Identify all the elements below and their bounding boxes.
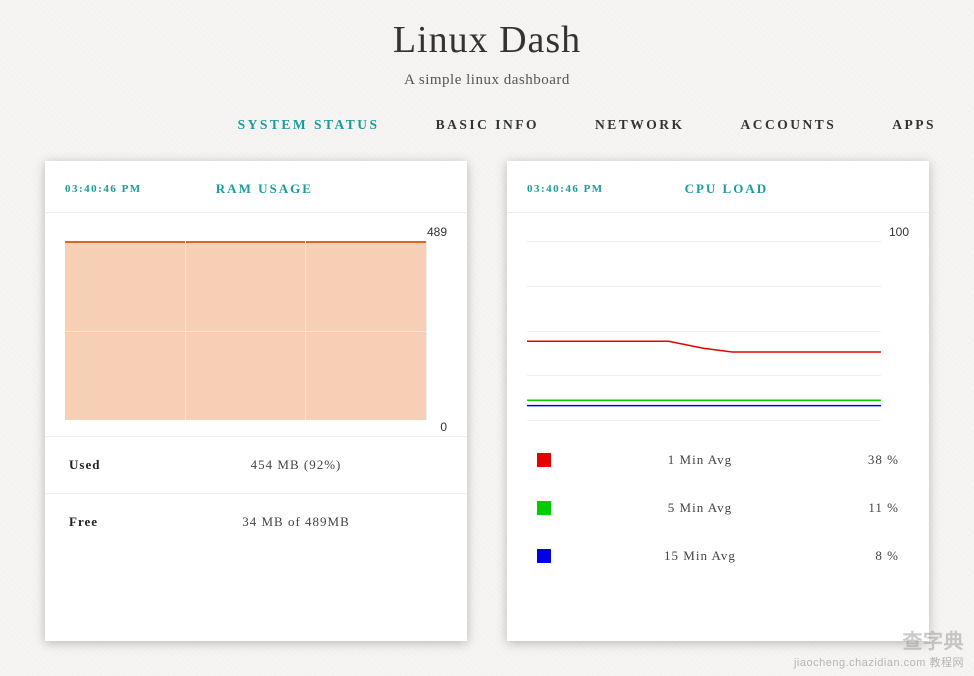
cpu-swatch-5min <box>537 501 551 515</box>
ram-free-label: Free <box>69 514 149 530</box>
cpu-legend-5min-row: 5 Min Avg 11 % <box>507 484 929 532</box>
ram-stat-used-row: Used 454 MB (92%) <box>45 436 467 493</box>
ram-stats: Used 454 MB (92%) Free 34 MB of 489MB <box>45 436 467 550</box>
cpu-legend-1min-label: 1 Min Avg <box>551 452 849 468</box>
cpu-chart: 100 <box>527 225 909 430</box>
ram-usage-card: 03:40:46 PM RAM USAGE 489 0 Used 454 MB … <box>45 161 467 641</box>
main-nav: SYSTEM STATUS BASIC INFO NETWORK ACCOUNT… <box>0 89 974 151</box>
cards-container: 03:40:46 PM RAM USAGE 489 0 Used 454 MB … <box>0 151 974 651</box>
cpu-legend-15min-row: 15 Min Avg 8 % <box>507 532 929 580</box>
ram-chart: 489 0 <box>65 225 447 430</box>
cpu-y-max-label: 100 <box>889 225 909 239</box>
nav-apps[interactable]: APPS <box>892 117 936 133</box>
cpu-legend-5min-value: 11 % <box>849 500 899 516</box>
cpu-legend-15min-label: 15 Min Avg <box>551 548 849 564</box>
ram-card-header: 03:40:46 PM RAM USAGE <box>45 161 467 213</box>
nav-basic-info[interactable]: BASIC INFO <box>436 117 539 133</box>
page-title: Linux Dash <box>0 18 974 62</box>
cpu-legend-1min-value: 38 % <box>849 452 899 468</box>
cpu-legend-5min-label: 5 Min Avg <box>551 500 849 516</box>
cpu-load-card: 03:40:46 PM CPU LOAD 100 <box>507 161 929 641</box>
cpu-legend-15min-value: 8 % <box>849 548 899 564</box>
nav-network[interactable]: NETWORK <box>595 117 685 133</box>
ram-stat-free-row: Free 34 MB of 489MB <box>45 493 467 550</box>
ram-y-max-label: 489 <box>427 225 447 239</box>
cpu-legend-1min-row: 1 Min Avg 38 % <box>507 436 929 484</box>
cpu-grid-h4 <box>527 420 881 421</box>
cpu-swatch-15min <box>537 549 551 563</box>
watermark-line1: 查字典 <box>794 625 964 654</box>
watermark: 查字典 jiaocheng.chazidian.com 教程网 <box>794 625 964 670</box>
cpu-plot-area <box>527 241 881 420</box>
page-subtitle: A simple linux dashboard <box>0 72 974 89</box>
cpu-legend: 1 Min Avg 38 % 5 Min Avg 11 % 15 Min Avg… <box>507 436 929 580</box>
cpu-line-1min <box>527 341 881 352</box>
ram-card-title: RAM USAGE <box>82 181 447 197</box>
ram-y-min-label: 0 <box>440 420 447 434</box>
nav-accounts[interactable]: ACCOUNTS <box>740 117 836 133</box>
nav-system-status[interactable]: SYSTEM STATUS <box>238 117 380 133</box>
ram-plot-area <box>65 241 427 420</box>
watermark-line2: jiaocheng.chazidian.com 教程网 <box>794 654 964 670</box>
cpu-card-header: 03:40:46 PM CPU LOAD <box>507 161 929 213</box>
cpu-swatch-1min <box>537 453 551 467</box>
ram-grid-h1 <box>65 331 426 332</box>
page-header: Linux Dash A simple linux dashboard <box>0 0 974 89</box>
cpu-card-title: CPU LOAD <box>544 181 909 197</box>
cpu-lines-svg <box>527 241 881 420</box>
ram-used-label: Used <box>69 457 149 473</box>
ram-free-value: 34 MB of 489MB <box>149 514 443 530</box>
ram-used-value: 454 MB (92%) <box>149 457 443 473</box>
